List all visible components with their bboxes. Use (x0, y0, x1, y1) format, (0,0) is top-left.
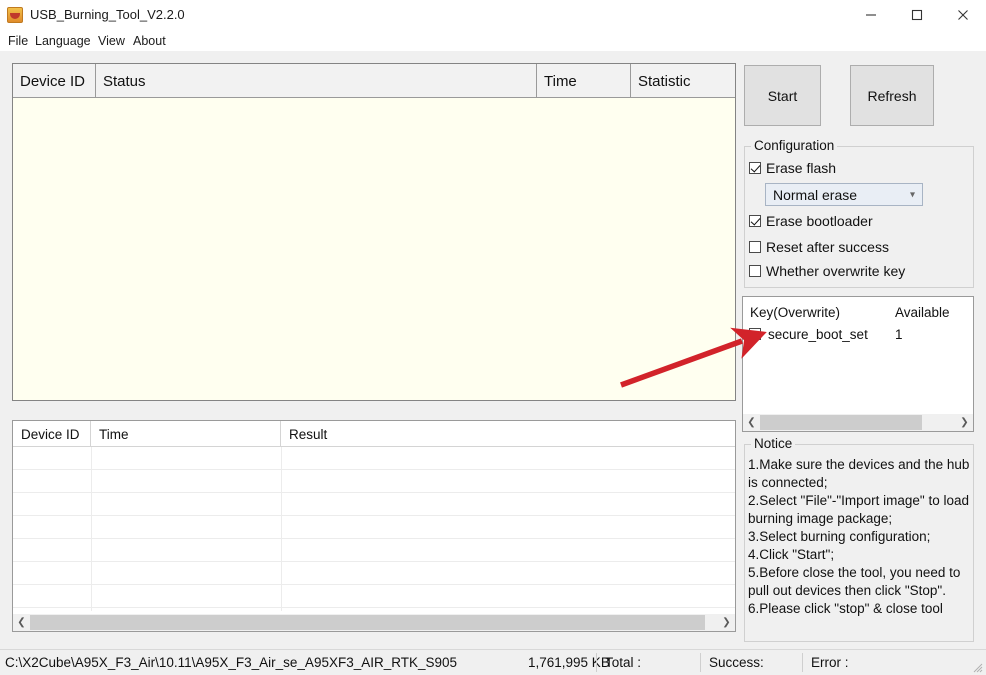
key-overwrite-list[interactable]: Key(Overwrite) Available secure_boot_set… (742, 296, 974, 432)
scroll-track[interactable] (30, 614, 718, 631)
erase-mode-value: Normal erase (773, 186, 858, 203)
app-flame-icon (7, 7, 23, 23)
device-table-col-device-id[interactable]: Device ID (13, 64, 96, 98)
menu-bar: File Language View About (0, 30, 986, 51)
key-list-hscrollbar[interactable]: ❮ ❯ (743, 414, 973, 431)
refresh-button[interactable]: Refresh (850, 65, 934, 126)
table-row[interactable] (13, 562, 735, 585)
close-icon[interactable] (940, 0, 986, 30)
result-table-col-time[interactable]: Time (91, 421, 281, 447)
device-table-header: Device ID Status Time Statistic (13, 64, 735, 98)
menu-item-file[interactable]: File (4, 32, 32, 50)
erase-flash-label: Erase flash (766, 160, 837, 176)
erase-bootloader-label: Erase bootloader (766, 213, 873, 229)
result-table-header: Device ID Time Result (13, 421, 735, 447)
minimize-icon[interactable] (848, 0, 894, 30)
status-success-label: Success: (709, 655, 764, 670)
configuration-title: Configuration (751, 138, 838, 153)
scroll-right-icon[interactable]: ❯ (718, 614, 735, 631)
result-table-body (13, 447, 735, 611)
table-row[interactable] (13, 493, 735, 516)
scroll-thumb[interactable] (760, 415, 922, 430)
erase-flash-checkbox-row[interactable]: Erase flash (749, 160, 836, 176)
secure_boot_set-checkbox[interactable] (749, 328, 761, 340)
table-row[interactable] (13, 585, 735, 608)
notice-body: 1.Make sure the devices and the hub is c… (748, 457, 970, 616)
device-table[interactable]: Device ID Status Time Statistic (12, 63, 736, 401)
erase-flash-checkbox[interactable] (749, 162, 761, 174)
scroll-left-icon[interactable]: ❮ (743, 414, 760, 431)
erase-bootloader-checkbox[interactable] (749, 215, 761, 227)
maximize-icon[interactable] (894, 0, 940, 30)
reset-after-success-label: Reset after success (766, 239, 889, 255)
whether-overwrite-key-checkbox[interactable] (749, 265, 761, 277)
key-available-value: 1 (895, 327, 903, 342)
whether-overwrite-key-label: Whether overwrite key (766, 263, 906, 279)
erase-mode-dropdown[interactable]: Normal erase ▾ (765, 183, 923, 206)
result-table-col-result[interactable]: Result (281, 421, 735, 447)
device-table-col-status[interactable]: Status (96, 64, 537, 98)
device-table-col-statistic[interactable]: Statistic (631, 64, 735, 98)
status-total-label: Total : (605, 655, 642, 670)
status-image-path: C:\X2Cube\A95X_F3_Air\10.11\A95X_F3_Air_… (5, 655, 458, 670)
result-table-col-device-id[interactable]: Device ID (13, 421, 91, 447)
result-table[interactable]: Device ID Time Result ❮ ❯ (12, 420, 736, 632)
status-error-label: Error : (811, 655, 849, 670)
chevron-down-icon[interactable]: ▾ (910, 189, 915, 200)
key-list-col-available: Available (895, 305, 950, 320)
table-row[interactable] (13, 470, 735, 493)
application-window: USB_Burning_Tool_V2.2.0 File Language Vi… (0, 0, 986, 675)
key-list-col-name: Key(Overwrite) (750, 305, 841, 320)
reset-after-success-checkbox-row[interactable]: Reset after success (749, 239, 889, 255)
whether-overwrite-key-checkbox-row[interactable]: Whether overwrite key (749, 263, 905, 279)
start-button[interactable]: Start (744, 65, 821, 126)
scroll-right-icon[interactable]: ❯ (956, 414, 973, 431)
device-table-body (13, 98, 735, 400)
menu-item-view[interactable]: View (94, 32, 129, 50)
key-list-row[interactable]: secure_boot_set 1 (743, 324, 973, 345)
window-controls (848, 0, 986, 30)
resize-grip-icon[interactable] (971, 661, 983, 673)
scroll-left-icon[interactable]: ❮ (13, 614, 30, 631)
result-table-hscrollbar[interactable]: ❮ ❯ (13, 614, 735, 631)
scroll-thumb[interactable] (30, 615, 705, 630)
key-list-header: Key(Overwrite) Available (743, 301, 973, 324)
window-title: USB_Burning_Tool_V2.2.0 (30, 7, 185, 22)
status-image-size: 1,761,995 KB (528, 655, 610, 670)
key-name-label: secure_boot_set (768, 327, 868, 342)
table-row[interactable] (13, 516, 735, 539)
device-table-col-time[interactable]: Time (537, 64, 631, 98)
reset-after-success-checkbox[interactable] (749, 241, 761, 253)
status-bar: C:\X2Cube\A95X_F3_Air\10.11\A95X_F3_Air_… (0, 649, 986, 675)
notice-title: Notice (751, 436, 796, 451)
scroll-track[interactable] (760, 414, 956, 431)
table-row[interactable] (13, 539, 735, 562)
menu-item-language[interactable]: Language (31, 32, 95, 50)
erase-bootloader-checkbox-row[interactable]: Erase bootloader (749, 213, 873, 229)
table-row[interactable] (13, 447, 735, 470)
title-bar: USB_Burning_Tool_V2.2.0 (0, 0, 986, 31)
menu-item-about[interactable]: About (129, 32, 170, 50)
